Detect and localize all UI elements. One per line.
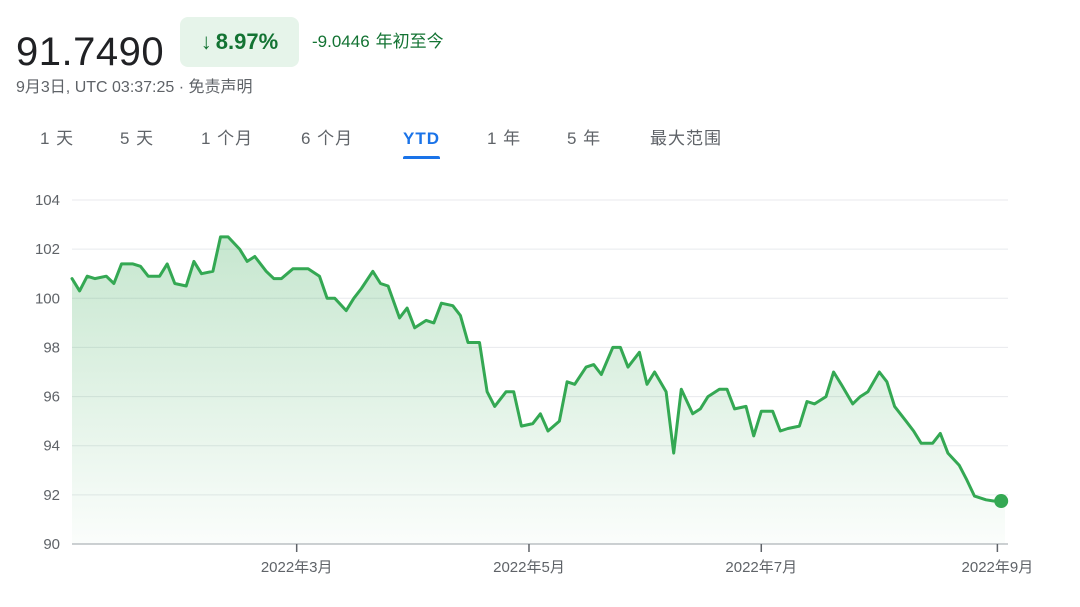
tab-5-day[interactable]: 5 天 (120, 126, 154, 152)
y-axis: 104 102 100 98 96 94 92 90 (35, 192, 60, 553)
y-tick-label: 104 (35, 192, 60, 209)
y-tick-label: 98 (43, 339, 60, 356)
tab-ytd-label: YTD (403, 129, 440, 148)
y-tick-label: 96 (43, 389, 60, 406)
y-tick-label: 102 (35, 241, 60, 258)
x-tick-label: 2022年9月 (962, 559, 1034, 576)
current-price: 91.7490 (16, 30, 165, 74)
ytd-change: -9.0446 年初至今 (312, 31, 444, 53)
tab-max-range[interactable]: 最大范围 (650, 126, 722, 152)
ytd-change-value: -9.0446 (312, 32, 370, 51)
y-tick-label: 90 (43, 536, 60, 553)
price-chart[interactable]: 104 102 100 98 96 94 92 90 2022年3月 2022年5月 2022年7… (0, 180, 1080, 600)
x-tick-label: 2022年5月 (493, 559, 565, 576)
y-tick-label: 100 (35, 290, 60, 307)
x-tick-label: 2022年3月 (261, 559, 333, 576)
arrow-down-icon: ↓ (200, 29, 212, 54)
y-tick-label: 92 (43, 487, 60, 504)
x-tick-label: 2022年7月 (725, 559, 797, 576)
ytd-change-label: 年初至今 (375, 32, 444, 51)
tab-1-day[interactable]: 1 天 (40, 126, 74, 152)
x-axis: 2022年3月 2022年5月 2022年7月 2022年9月 (72, 543, 1034, 576)
change-percent-badge: ↓ 8.97% (180, 17, 299, 67)
y-tick-label: 94 (43, 438, 60, 455)
tab-ytd[interactable]: YTD (403, 126, 440, 159)
price-area (72, 236, 1005, 544)
change-percent: 8.97% (215, 29, 279, 54)
time-range-tabs: 1 天 5 天 1 个月 6 个月 YTD 1 年 5 年 最大范围 (0, 126, 1080, 162)
tab-6-month[interactable]: 6 个月 (301, 126, 353, 152)
quote-timestamp[interactable]: 9月3日, UTC 03:37:25 · 免责声明 (16, 78, 253, 98)
tab-1-year[interactable]: 1 年 (487, 126, 521, 152)
tab-1-month[interactable]: 1 个月 (201, 126, 253, 152)
active-tab-indicator (403, 156, 440, 159)
last-price-marker (994, 494, 1009, 509)
tab-5-year[interactable]: 5 年 (567, 126, 601, 152)
